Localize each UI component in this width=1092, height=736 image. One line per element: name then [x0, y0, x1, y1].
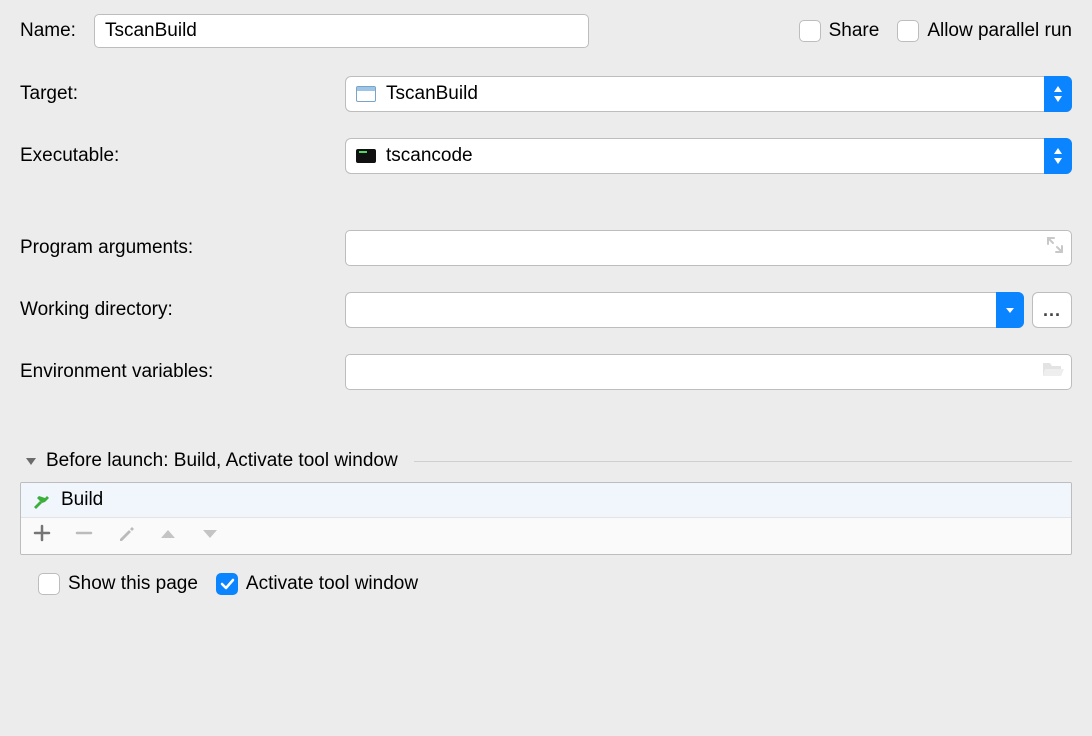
move-up-button[interactable] — [159, 525, 177, 547]
working-directory-label: Working directory: — [20, 299, 325, 321]
before-launch-title: Before launch: Build, Activate tool wind… — [46, 450, 398, 472]
allow-parallel-label: Allow parallel run — [927, 20, 1072, 42]
browse-button[interactable]: ... — [1032, 292, 1072, 328]
name-label: Name: — [20, 20, 76, 42]
task-label: Build — [61, 489, 103, 511]
executable-label: Executable: — [20, 145, 325, 167]
env-vars-input[interactable] — [345, 354, 1072, 390]
before-launch-task-list[interactable]: Build — [20, 482, 1072, 555]
target-label: Target: — [20, 83, 325, 105]
disclosure-triangle-icon — [24, 454, 38, 468]
chevron-down-icon — [1003, 303, 1017, 317]
name-input[interactable] — [94, 14, 589, 48]
working-directory-dropdown-button[interactable] — [996, 292, 1024, 328]
share-checkbox[interactable]: Share — [799, 20, 880, 42]
expand-icon[interactable] — [1046, 236, 1064, 260]
executable-value: tscancode — [386, 145, 473, 167]
show-this-page-label: Show this page — [68, 573, 198, 595]
target-value: TscanBuild — [386, 83, 478, 105]
executable-dropdown[interactable]: tscancode — [345, 138, 1072, 174]
allow-parallel-checkbox[interactable]: Allow parallel run — [897, 20, 1072, 42]
up-down-arrows-icon — [1051, 146, 1065, 166]
program-arguments-input[interactable] — [345, 230, 1072, 266]
move-down-button[interactable] — [201, 525, 219, 547]
hammer-icon — [31, 490, 51, 510]
remove-task-button[interactable] — [75, 524, 93, 548]
task-toolbar — [21, 518, 1071, 554]
target-dropdown[interactable]: TscanBuild — [345, 76, 1072, 112]
program-arguments-label: Program arguments: — [20, 237, 325, 259]
share-label: Share — [829, 20, 880, 42]
activate-tool-window-label: Activate tool window — [246, 573, 418, 595]
task-row[interactable]: Build — [21, 483, 1071, 518]
env-vars-label: Environment variables: — [20, 361, 325, 383]
separator — [414, 461, 1072, 462]
before-launch-section-header[interactable]: Before launch: Build, Activate tool wind… — [20, 450, 1072, 472]
check-icon — [219, 576, 235, 592]
target-dropdown-button[interactable] — [1044, 76, 1072, 112]
up-down-arrows-icon — [1051, 84, 1065, 104]
executable-dropdown-button[interactable] — [1044, 138, 1072, 174]
activate-tool-window-checkbox[interactable]: Activate tool window — [216, 573, 418, 595]
terminal-icon — [356, 149, 376, 163]
add-task-button[interactable] — [33, 524, 51, 548]
folder-open-icon[interactable] — [1042, 360, 1064, 384]
show-this-page-checkbox[interactable]: Show this page — [38, 573, 198, 595]
edit-task-button[interactable] — [117, 524, 135, 548]
target-icon — [356, 86, 376, 102]
working-directory-dropdown[interactable] — [345, 292, 1024, 328]
